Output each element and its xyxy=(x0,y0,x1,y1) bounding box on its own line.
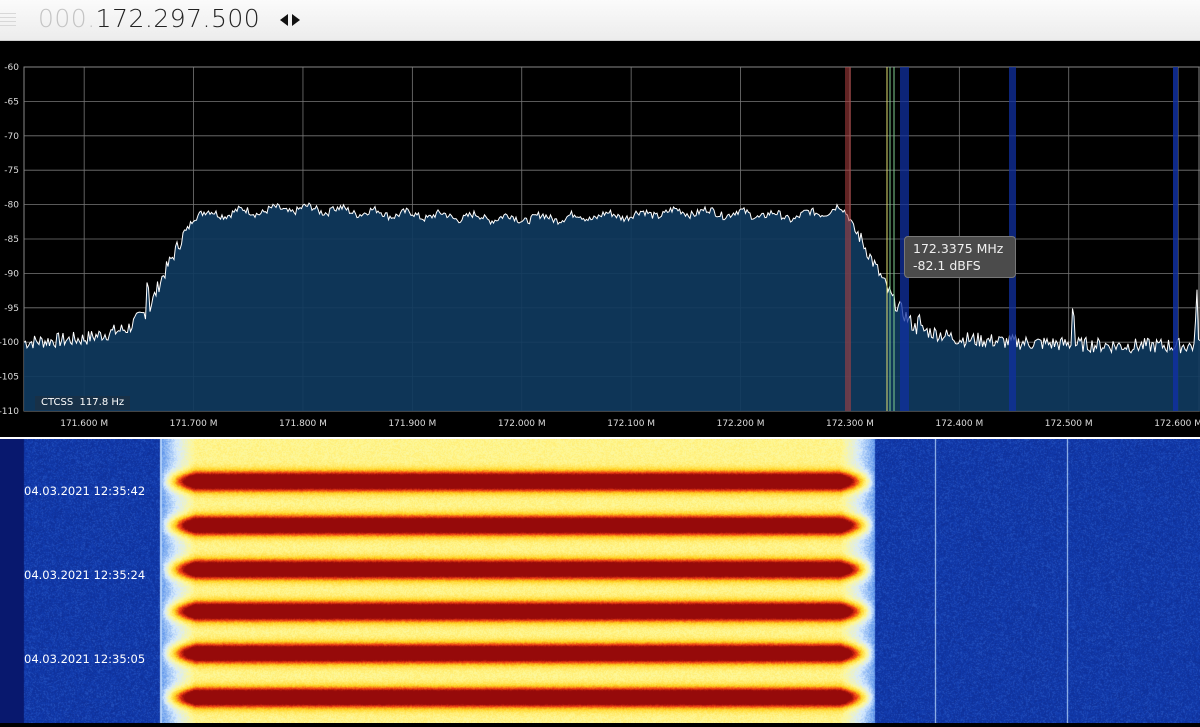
waterfall-timestamp: 04.03.2021 12:35:05 xyxy=(24,652,146,666)
ctcss-value: 117.8 Hz xyxy=(79,397,125,408)
y-tick-label: -80 xyxy=(4,201,19,211)
x-tick-label: 171.600 M xyxy=(60,419,108,429)
y-tick-label: -105 xyxy=(0,373,19,383)
y-tick-label: -60 xyxy=(4,63,19,73)
frequency-display[interactable]: 000.172.297.500 xyxy=(38,4,260,34)
y-tick-label: -100 xyxy=(0,338,19,348)
x-tick-label: 171.700 M xyxy=(170,419,218,429)
spectrum-svg[interactable]: -60 -65 -70 -75 -80 -85 -90 -95 -100 -105 -110 171.… xyxy=(0,41,1200,437)
ctcss-indicator: CTCSS 117.8 Hz xyxy=(35,396,131,410)
tooltip-level: -82.1 dBFS xyxy=(913,258,981,273)
demod-marker-red xyxy=(845,67,851,411)
spectrum-fill xyxy=(24,203,1200,411)
x-tick-label: 172.000 M xyxy=(498,419,546,429)
drag-handle-icon[interactable] xyxy=(0,10,20,30)
ctcss-label: CTCSS xyxy=(41,397,74,408)
frequency-prefix[interactable]: 000. xyxy=(38,4,96,33)
waterfall-canvas[interactable] xyxy=(0,439,1200,723)
x-tick-label: 172.400 M xyxy=(935,419,983,429)
left-right-arrows-icon[interactable] xyxy=(279,13,301,27)
tooltip-frequency: 172.3375 MHz xyxy=(913,241,1004,256)
y-tick-label: -70 xyxy=(4,132,19,142)
waterfall-timestamp: 04.03.2021 12:35:24 xyxy=(24,568,146,582)
x-tick-label: 171.800 M xyxy=(279,419,327,429)
x-tick-label: 172.500 M xyxy=(1045,419,1093,429)
x-tick-label: 172.300 M xyxy=(826,419,874,429)
channel-band-blue xyxy=(1173,67,1178,411)
waterfall-display[interactable]: 04.03.2021 12:35:42 04.03.2021 12:35:24 … xyxy=(0,439,1200,723)
y-tick-label: -95 xyxy=(4,304,19,314)
y-tick-label: -90 xyxy=(4,269,19,279)
y-tick-label: -65 xyxy=(4,97,19,107)
frequency-digits[interactable]: 172.297.500 xyxy=(96,4,261,33)
y-tick-label: -85 xyxy=(4,235,19,245)
cursor-tooltip: 172.3375 MHz -82.1 dBFS xyxy=(904,236,1016,278)
frequency-toolbar: 000.172.297.500 xyxy=(0,0,1200,41)
x-tick-label: 172.100 M xyxy=(607,419,655,429)
y-tick-label: -110 xyxy=(0,407,19,417)
y-tick-label: -75 xyxy=(4,166,19,176)
x-tick-label: 172.600 M xyxy=(1154,419,1200,429)
spectrum-plot[interactable]: -60 -65 -70 -75 -80 -85 -90 -95 -100 -105 -110 171.… xyxy=(0,41,1200,437)
waterfall-timestamp: 04.03.2021 12:35:42 xyxy=(24,484,146,498)
x-tick-label: 171.900 M xyxy=(388,419,436,429)
x-tick-label: 172.200 M xyxy=(717,419,765,429)
